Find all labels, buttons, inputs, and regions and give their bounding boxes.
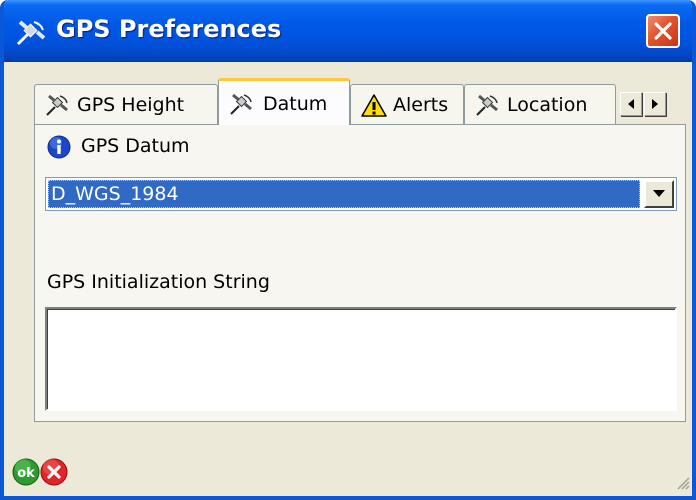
cancel-button[interactable] [40,458,68,486]
tab-label: Alerts [393,94,449,116]
gps-preferences-window: GPS Preferences GPS Height Datum Alerts … [0,0,696,500]
tab-gps-height[interactable]: GPS Height [34,84,218,124]
tab-scroll-right-button[interactable] [644,92,666,116]
datum-select[interactable]: D_WGS_1984 [45,177,677,211]
gps-datum-label: GPS Datum [81,135,190,157]
init-string-label: GPS Initialization String [47,271,270,293]
datum-tab-panel: GPS Datum D_WGS_1984 GPS Initialization … [34,124,686,422]
satellite-icon [229,92,255,121]
arrow-right-icon [652,99,658,109]
tab-scroll-left-button[interactable] [620,92,642,116]
tab-location[interactable]: Location [464,84,616,124]
close-icon [654,22,672,40]
tab-datum[interactable]: Datum [218,78,350,125]
tab-label: Datum [263,93,328,115]
tab-label: GPS Height [77,94,185,116]
satellite-icon [475,93,501,122]
satellite-icon [45,93,71,122]
close-button[interactable] [646,14,680,48]
warning-icon [361,93,387,122]
datum-selected-value: D_WGS_1984 [48,180,640,208]
ok-button[interactable]: ok [12,458,40,486]
tab-alerts[interactable]: Alerts [350,84,464,124]
info-icon [47,135,71,163]
arrow-left-icon [628,99,634,109]
init-string-textarea[interactable] [45,307,677,411]
dropdown-button[interactable] [644,180,674,208]
resize-grip[interactable] [676,475,690,494]
chevron-down-icon [653,190,665,197]
ok-label: ok [17,466,35,481]
satellite-icon [14,18,48,48]
window-title: GPS Preferences [56,15,282,43]
cancel-icon [40,458,68,486]
tab-label: Location [507,94,588,116]
title-bar[interactable]: GPS Preferences [4,0,692,62]
